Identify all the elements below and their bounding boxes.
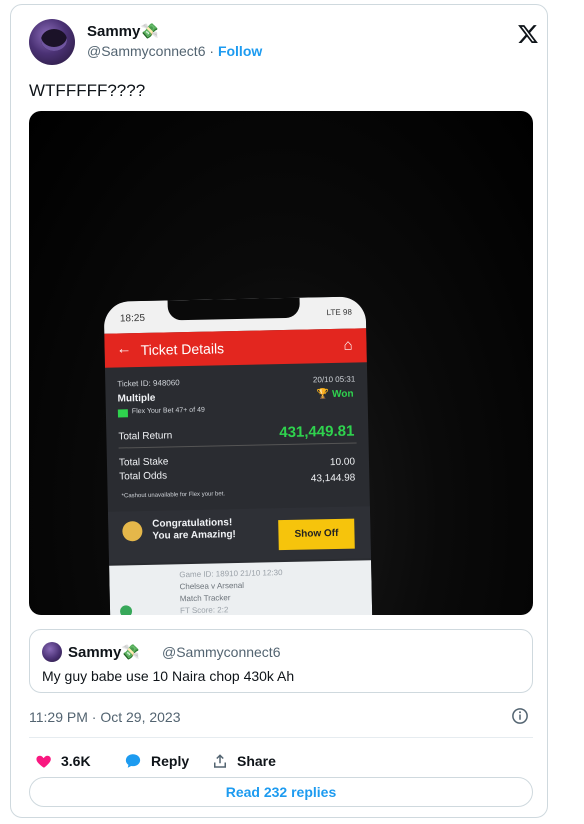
- flex-text: Flex Your Bet 47+ of 49: [131, 406, 205, 416]
- like-count: 3.6K: [61, 753, 91, 769]
- promo-line1: Congratulations!: [152, 517, 233, 530]
- game-id: Game ID: 18910 21/10 12:30: [179, 568, 283, 580]
- ft-score: FT Score: 2:2: [179, 605, 229, 615]
- cashout-note: *Cashout unavailable for Flex your bet.: [121, 491, 226, 500]
- quote-avatar: [42, 642, 62, 662]
- match-section: Game ID: 18910 21/10 12:30 Chelsea v Ars…: [109, 560, 373, 615]
- back-arrow-icon: ←: [116, 340, 132, 358]
- phone-screenshot: 18:25 LTE 98 ← Ticket Details ⌂ Ticket I…: [103, 296, 373, 615]
- home-icon: ⌂: [343, 336, 353, 354]
- like-button[interactable]: 3.6K: [35, 749, 91, 773]
- ticket-id: Ticket ID: 948060: [117, 378, 180, 389]
- total-return-label: Total Return: [118, 430, 173, 443]
- follow-button[interactable]: Follow: [218, 43, 262, 59]
- total-stake-label: Total Stake: [118, 456, 169, 469]
- money-emoji-icon: 💸: [140, 23, 160, 40]
- share-label: Share: [237, 753, 276, 769]
- tweet-media-image[interactable]: 18:25 LTE 98 ← Ticket Details ⌂ Ticket I…: [29, 111, 533, 615]
- share-icon: [214, 754, 226, 768]
- reply-bubble-icon: [125, 754, 141, 768]
- ticket-header-bar: ← Ticket Details ⌂: [104, 328, 367, 368]
- author-handle-row: @Sammyconnect6 · Follow: [87, 43, 263, 59]
- avatar[interactable]: [29, 19, 75, 65]
- match-name: Chelsea v Arsenal: [179, 580, 245, 592]
- money-emoji-icon: 💸: [121, 644, 141, 661]
- share-button[interactable]: Share: [211, 749, 276, 773]
- total-stake-value: 10.00: [329, 456, 356, 469]
- tweet-header: Sammy💸 @Sammyconnect6 · Follow: [29, 19, 541, 69]
- reply-button[interactable]: Reply: [123, 749, 189, 773]
- phone-signal: LTE 98: [326, 307, 352, 318]
- read-replies-button[interactable]: Read 232 replies: [29, 777, 533, 807]
- info-icon[interactable]: [511, 707, 529, 725]
- show-off-button: Show Off: [278, 518, 355, 551]
- reply-label: Reply: [151, 753, 190, 769]
- tweet-text: WTFFFFF????: [29, 81, 146, 100]
- check-icon: [119, 605, 133, 615]
- promo-line2: You are Amazing!: [152, 529, 236, 542]
- author-name[interactable]: Sammy💸: [87, 22, 159, 40]
- divider: [29, 737, 533, 738]
- match-tracker: Match Tracker: [179, 593, 231, 604]
- phone-time: 18:25: [119, 312, 146, 325]
- author-handle[interactable]: @Sammyconnect6: [87, 43, 205, 59]
- flex-badge-icon: [117, 409, 128, 418]
- tweet-timestamp[interactable]: 11:29 PM · Oct 29, 2023: [29, 709, 181, 725]
- total-return-value: 431,449.81: [279, 422, 355, 442]
- bet-type: Multiple: [117, 392, 156, 405]
- quote-text: My guy babe use 10 Naira chop 430k Ah: [42, 668, 295, 684]
- quoted-tweet[interactable]: Sammy💸 @Sammyconnect6 My guy babe use 10…: [29, 629, 533, 693]
- won-status: 🏆 Won: [316, 388, 354, 401]
- ticket-date: 20/10 05:31: [312, 374, 356, 385]
- x-logo-icon[interactable]: [517, 23, 539, 45]
- total-odds-label: Total Odds: [119, 470, 168, 483]
- ticket-title: Ticket Details: [140, 340, 225, 359]
- tweet-card: Sammy💸 @Sammyconnect6 · Follow WTFFFFF??…: [10, 4, 548, 818]
- quote-author-handle: @Sammyconnect6: [162, 644, 281, 660]
- total-odds-value: 43,144.98: [310, 472, 356, 485]
- quote-author-name: Sammy💸: [68, 644, 141, 661]
- heart-icon: [36, 755, 51, 768]
